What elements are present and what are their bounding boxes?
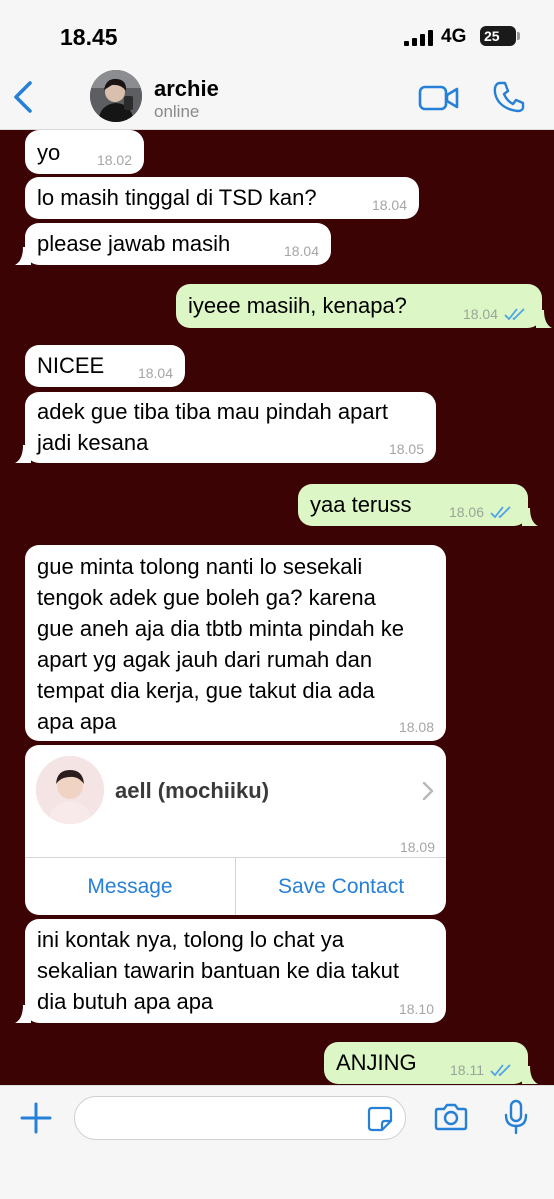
message-time: 18.08 [398,719,434,735]
bubble-tail [536,310,552,328]
message-line: adek gue tiba tiba mau pindah apart [37,399,389,424]
microphone-icon[interactable] [503,1099,529,1135]
avatar[interactable] [90,70,142,122]
sticker-icon[interactable] [367,1106,393,1132]
contact-status: online [154,102,200,121]
save-contact-button[interactable]: Save Contact [236,858,446,915]
contact-name[interactable]: archie [154,76,219,102]
contact-card-avatar[interactable] [36,756,104,824]
message-time: 18.09 [399,839,435,855]
read-ticks-icon [504,308,525,321]
bubble-tail [15,247,31,265]
outgoing-message[interactable]: yaa teruss 18.06 [298,484,538,526]
input-bar [0,1085,554,1199]
signal-icon [404,30,433,46]
battery-level: 25 [480,26,516,46]
message-line: sekalian tawarin bantuan ke dia takut [37,958,400,983]
message-input[interactable] [74,1096,406,1140]
incoming-message[interactable]: NICEE 18.04 [25,345,185,387]
incoming-message[interactable]: adek gue tiba tiba mau pindah apart jadi… [15,392,436,463]
status-time: 18.45 [60,24,118,50]
read-ticks-icon [490,1064,511,1077]
message-time: 18.11 [450,1062,484,1078]
chat-header: archie online [0,64,554,130]
message-line: gue aneh aja dia tbtb minta pindah ke [37,616,404,641]
incoming-message[interactable]: lo masih tinggal di TSD kan? 18.04 [25,177,419,219]
outgoing-message[interactable]: iyeee masiih, kenapa? 18.04 [176,284,552,328]
message-time: 18.04 [283,243,319,259]
chevron-left-icon[interactable] [10,78,38,116]
incoming-message[interactable]: yo 18.02 [25,130,144,174]
camera-icon[interactable] [434,1102,468,1132]
message-time: 18.02 [96,152,132,168]
message-time: 18.10 [398,1001,434,1017]
message-line: apa apa [37,709,117,734]
status-bar: 18.45 4G 25 [0,0,554,64]
message-line: ini kontak nya, tolong lo chat ya [37,927,344,952]
bubble-tail [522,508,538,526]
message-line: tengok adek gue boleh ga? karena [37,585,376,610]
bubble-tail [15,1005,31,1023]
contact-card-name[interactable]: aell (mochiiku) [115,778,269,804]
outgoing-message[interactable]: ANJING 18.11 [324,1042,538,1084]
contact-card[interactable]: aell (mochiiku) 18.09 Message Save Conta… [25,745,446,915]
message-text: lo masih tinggal di TSD kan? [37,185,317,210]
battery-icon [517,32,520,40]
message-contact-button[interactable]: Message [25,858,235,915]
chevron-right-icon[interactable] [422,781,434,801]
message-time: 18.04 [371,197,407,213]
video-camera-icon[interactable] [418,84,460,112]
incoming-message[interactable]: ini kontak nya, tolong lo chat ya sekali… [15,919,446,1023]
read-ticks-icon [490,506,511,519]
message-time: 18.06 [448,504,484,520]
message-line: apart yg agak jauh dari rumah dan [37,647,373,672]
contact-card-actions: Message Save Contact [25,857,446,915]
message-line: gue minta tolong nanti lo sesekali [37,554,363,579]
plus-icon[interactable] [20,1102,52,1134]
message-time: 18.04 [462,306,498,322]
message-line: jadi kesana [37,430,149,455]
incoming-message[interactable]: please jawab masih 18.04 [15,223,331,265]
message-line: tempat dia kerja, gue takut dia ada [37,678,375,703]
phone-icon[interactable] [492,80,526,114]
message-line: dia butuh apa apa [37,989,214,1014]
bubble-tail [522,1066,538,1084]
network-type: 4G [441,26,467,47]
message-time: 18.04 [137,365,173,381]
incoming-message[interactable]: gue minta tolong nanti lo sesekali tengo… [25,545,446,741]
bubble-tail [15,445,31,463]
chat-area[interactable]: yo 18.02 lo masih tinggal di TSD kan? 18… [0,130,554,1085]
message-time: 18.05 [388,441,424,457]
